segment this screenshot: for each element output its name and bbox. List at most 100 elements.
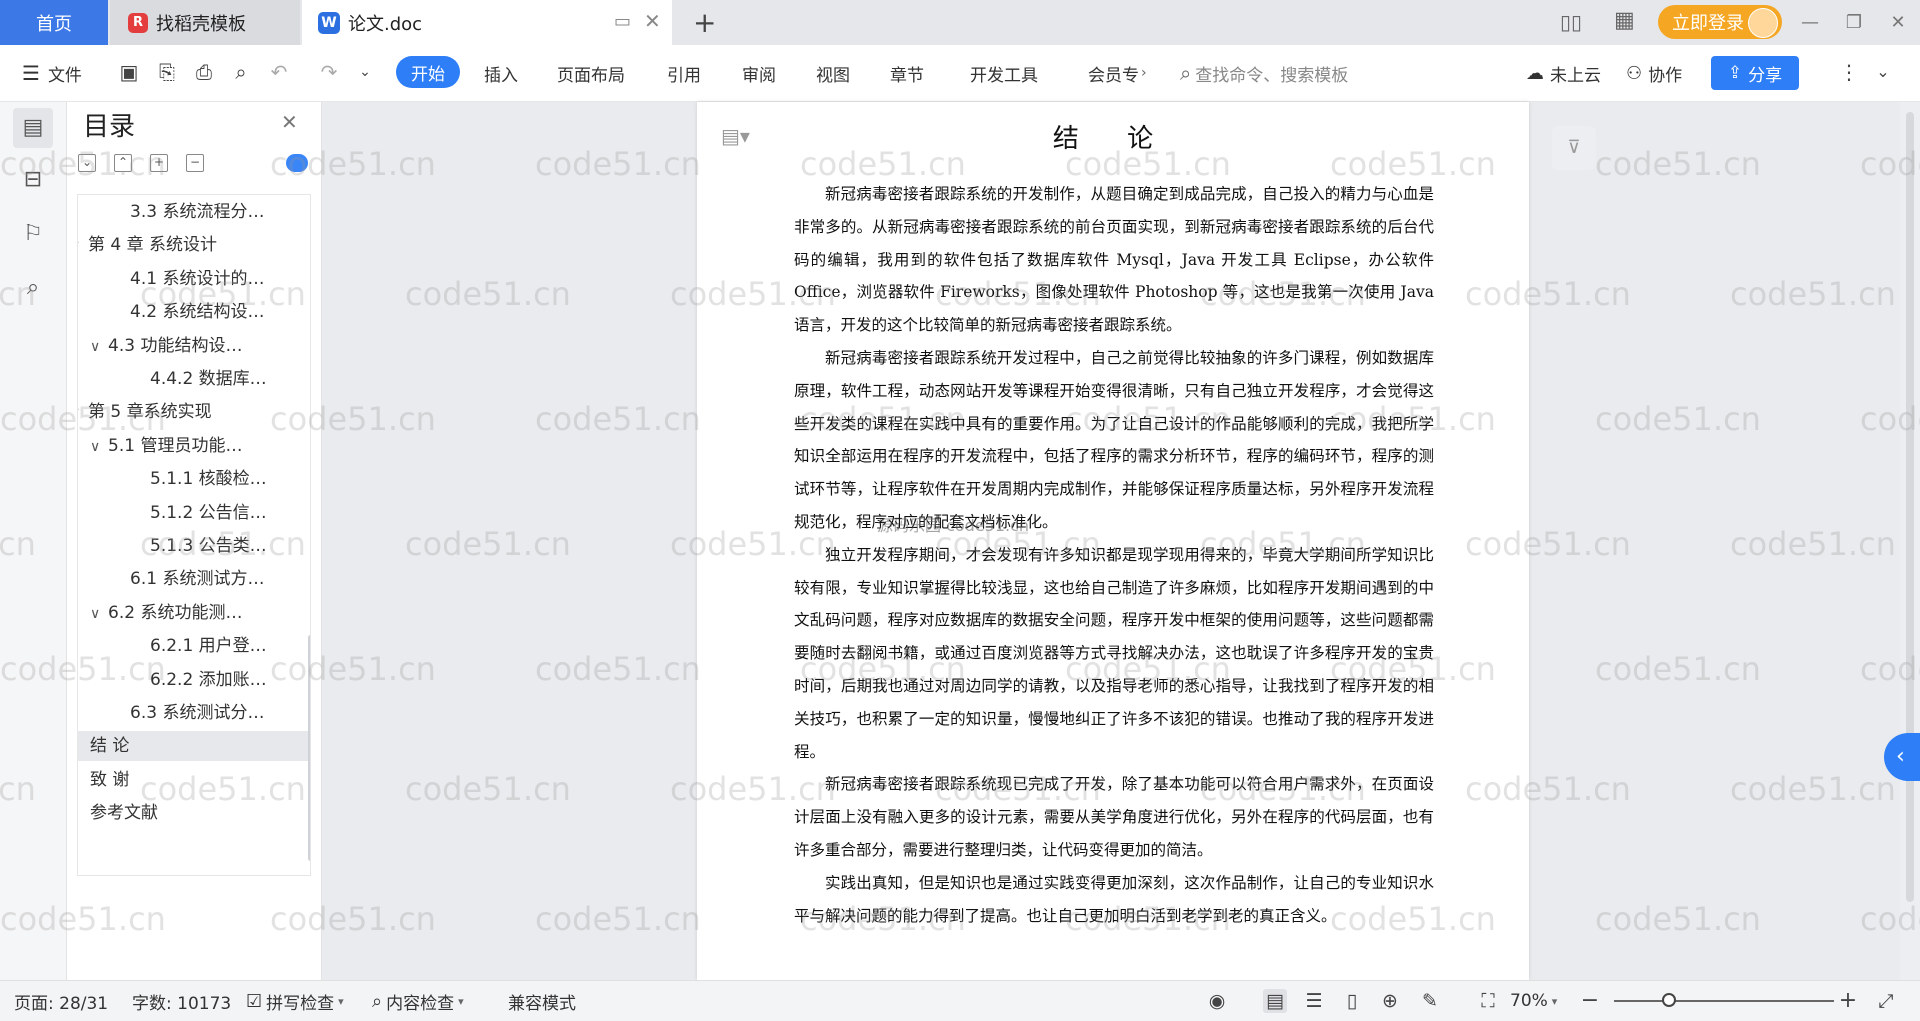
toc-item[interactable]: 6.1 系统测试方… bbox=[130, 564, 264, 594]
smart-toc-icon[interactable] bbox=[286, 154, 308, 172]
more-icon[interactable]: ⋮ bbox=[1836, 59, 1862, 85]
login-label: 立即登录 bbox=[1672, 13, 1744, 34]
content-check-label: 内容检查 bbox=[386, 993, 455, 1014]
toc-scrollbar[interactable] bbox=[308, 635, 310, 861]
export-icon[interactable]: ⎘ bbox=[154, 59, 180, 85]
command-search[interactable]: ⌕ 查找命令、搜索模板 bbox=[1180, 45, 1348, 101]
toc-item[interactable]: ∨ 5.1 管理员功能… bbox=[90, 431, 242, 461]
redo-icon[interactable]: ↷ bbox=[316, 59, 342, 85]
toc-item[interactable]: ∨第 4 章 系统设计 bbox=[78, 230, 217, 261]
print-preview-icon[interactable]: ⌕ bbox=[228, 59, 254, 85]
eye-protection-icon[interactable]: ◉ bbox=[1205, 989, 1229, 1013]
pen-icon[interactable]: ✎ bbox=[1418, 989, 1442, 1013]
ribbon-tab-references[interactable]: 引用 bbox=[667, 45, 701, 101]
apps-grid-icon[interactable]: ▦ bbox=[1614, 8, 1635, 33]
content-check-icon: ⌕ bbox=[372, 990, 383, 1012]
ribbon-tab-layout[interactable]: 页面布局 bbox=[557, 45, 625, 101]
new-tab-icon[interactable]: + bbox=[693, 6, 716, 39]
chevron-down-icon[interactable]: ∨ bbox=[90, 332, 108, 362]
ribbon-tab-start[interactable]: 开始 bbox=[396, 56, 460, 88]
fullscreen-icon[interactable]: ⤢ bbox=[1874, 989, 1898, 1013]
print-icon[interactable]: ⎙ bbox=[191, 59, 217, 85]
toc-title: 目录 bbox=[83, 112, 136, 142]
ribbon-tab-chapter[interactable]: 章节 bbox=[890, 45, 924, 101]
remove-heading-icon[interactable]: − bbox=[186, 154, 204, 172]
expand-all-icon[interactable]: ⌄ bbox=[78, 154, 96, 172]
chevron-down-icon[interactable]: ∨ bbox=[90, 432, 108, 462]
window-controls: — ❐ ✕ bbox=[1788, 0, 1920, 45]
window-mode-icon[interactable]: ▭ bbox=[614, 11, 631, 32]
command-search-placeholder: 查找命令、搜索模板 bbox=[1195, 65, 1349, 86]
toc-item[interactable]: ∨ 4.3 功能结构设… bbox=[90, 331, 242, 361]
floating-tool-icon[interactable]: ⊽ bbox=[1552, 126, 1596, 170]
restore-icon[interactable]: ❐ bbox=[1832, 12, 1876, 33]
zoom-out-icon[interactable]: − bbox=[1578, 989, 1602, 1013]
find-icon[interactable]: ⌕ bbox=[13, 268, 53, 308]
vertical-scrollbar[interactable] bbox=[1900, 102, 1920, 980]
web-view-icon[interactable]: ⊕ bbox=[1378, 989, 1402, 1013]
ribbon-tab-developer[interactable]: 开发工具 bbox=[970, 45, 1038, 101]
chevron-down-icon[interactable]: ∨ bbox=[78, 231, 88, 261]
document-body[interactable]: 新冠病毒密接者跟踪系统的开发制作，从题目确定到成品完成，自己投入的精力与心血是非… bbox=[794, 178, 1434, 932]
collapse-all-icon[interactable]: ⌃ bbox=[114, 154, 132, 172]
word-count[interactable]: 字数: 10173 bbox=[132, 981, 231, 1021]
share-button[interactable]: ⇪ 分享 bbox=[1711, 56, 1799, 90]
tab-document[interactable]: W 论文.doc ▭ ✕ bbox=[302, 0, 672, 45]
zoom-level[interactable]: 70% ▾ bbox=[1510, 981, 1557, 1021]
toc-item[interactable]: 5.1.1 核酸检… bbox=[150, 464, 267, 494]
toc-item[interactable]: 结 论 bbox=[78, 731, 308, 762]
toc-item[interactable]: 4.1 系统设计的… bbox=[130, 264, 264, 294]
navigation-icon[interactable]: ⊟ bbox=[13, 160, 53, 200]
tab-template[interactable]: R 找稻壳模板 bbox=[110, 0, 300, 45]
document-page[interactable]: ▤▾ 结 论 新冠病毒密接者跟踪系统的开发制作，从题目确定到成品完成，自己投入的… bbox=[697, 102, 1529, 980]
undo-icon[interactable]: ↶ bbox=[266, 59, 292, 85]
add-heading-icon[interactable]: + bbox=[150, 154, 168, 172]
outline-view-icon[interactable]: ☰ bbox=[1302, 989, 1326, 1013]
spell-check-button[interactable]: ☑ 拼写检查 ▾ bbox=[246, 981, 344, 1021]
toc-item[interactable]: 4.2 系统结构设… bbox=[130, 297, 264, 327]
toc-item[interactable]: ∨第 5 章系统实现 bbox=[78, 397, 212, 428]
bookmark-icon[interactable]: ⚐ bbox=[13, 214, 53, 254]
cloud-status-button[interactable]: ☁ 未上云 bbox=[1526, 45, 1601, 101]
content-check-button[interactable]: ⌕ 内容检查 ▾ bbox=[372, 981, 464, 1021]
tab-home[interactable]: 首页 bbox=[0, 0, 108, 45]
toc-item[interactable]: 6.2.2 添加账… bbox=[150, 665, 267, 695]
toc-item[interactable]: 致 谢 bbox=[90, 765, 129, 795]
collaborate-button[interactable]: ⚇ 协作 bbox=[1626, 45, 1682, 101]
page-indicator[interactable]: 页面: 28/31 bbox=[14, 981, 108, 1021]
file-menu-button[interactable]: ☰ 文件 bbox=[22, 45, 82, 101]
reading-view-icon[interactable]: ▯ bbox=[1340, 989, 1364, 1013]
zoom-slider-handle[interactable] bbox=[1662, 993, 1676, 1007]
zoom-in-icon[interactable]: + bbox=[1836, 989, 1860, 1013]
scrollbar-thumb[interactable] bbox=[1906, 112, 1914, 902]
toc-item[interactable]: 6.2.1 用户登… bbox=[150, 631, 267, 661]
fit-page-icon[interactable]: ⛶ bbox=[1476, 989, 1500, 1013]
collapse-ribbon-icon[interactable]: ⌄ bbox=[1870, 59, 1896, 85]
toc-item[interactable]: 参考文献 bbox=[90, 798, 158, 828]
close-tab-icon[interactable]: ✕ bbox=[644, 9, 661, 33]
spell-check-icon: ☑ bbox=[246, 990, 263, 1012]
tab-document-label: 论文.doc bbox=[348, 13, 423, 35]
chevron-down-icon[interactable]: ⌄ bbox=[352, 59, 378, 85]
toc-item[interactable]: 6.3 系统测试分… bbox=[130, 698, 264, 728]
ribbon-tab-review[interactable]: 审阅 bbox=[742, 45, 776, 101]
save-icon[interactable]: ▣ bbox=[116, 59, 142, 85]
toc-item[interactable]: ∨ 6.2 系统功能测… bbox=[90, 598, 242, 628]
chevron-down-icon[interactable]: ∨ bbox=[78, 398, 88, 428]
login-button[interactable]: 立即登录 bbox=[1658, 5, 1782, 39]
layout-icon[interactable]: ▯▯ bbox=[1560, 10, 1582, 34]
toc-icon[interactable]: ▤ bbox=[13, 108, 53, 148]
ribbon-tab-insert[interactable]: 插入 bbox=[484, 45, 518, 101]
close-icon[interactable]: ✕ bbox=[281, 110, 298, 134]
zoom-slider[interactable] bbox=[1614, 993, 1834, 1007]
close-window-icon[interactable]: ✕ bbox=[1876, 12, 1920, 33]
toc-item[interactable]: 4.4.2 数据库… bbox=[150, 364, 267, 394]
toc-item[interactable]: 5.1.2 公告信… bbox=[150, 498, 267, 528]
page-view-icon[interactable]: ▤ bbox=[1263, 989, 1287, 1013]
ribbon-tab-view[interactable]: 视图 bbox=[816, 45, 850, 101]
ribbon-tab-member[interactable]: 会员专 › bbox=[1088, 45, 1147, 101]
toc-item[interactable]: 5.1.3 公告类… bbox=[150, 531, 267, 561]
minimize-icon[interactable]: — bbox=[1788, 12, 1832, 33]
toc-item[interactable]: 3.3 系统流程分… bbox=[130, 197, 264, 227]
chevron-down-icon[interactable]: ∨ bbox=[90, 599, 108, 629]
